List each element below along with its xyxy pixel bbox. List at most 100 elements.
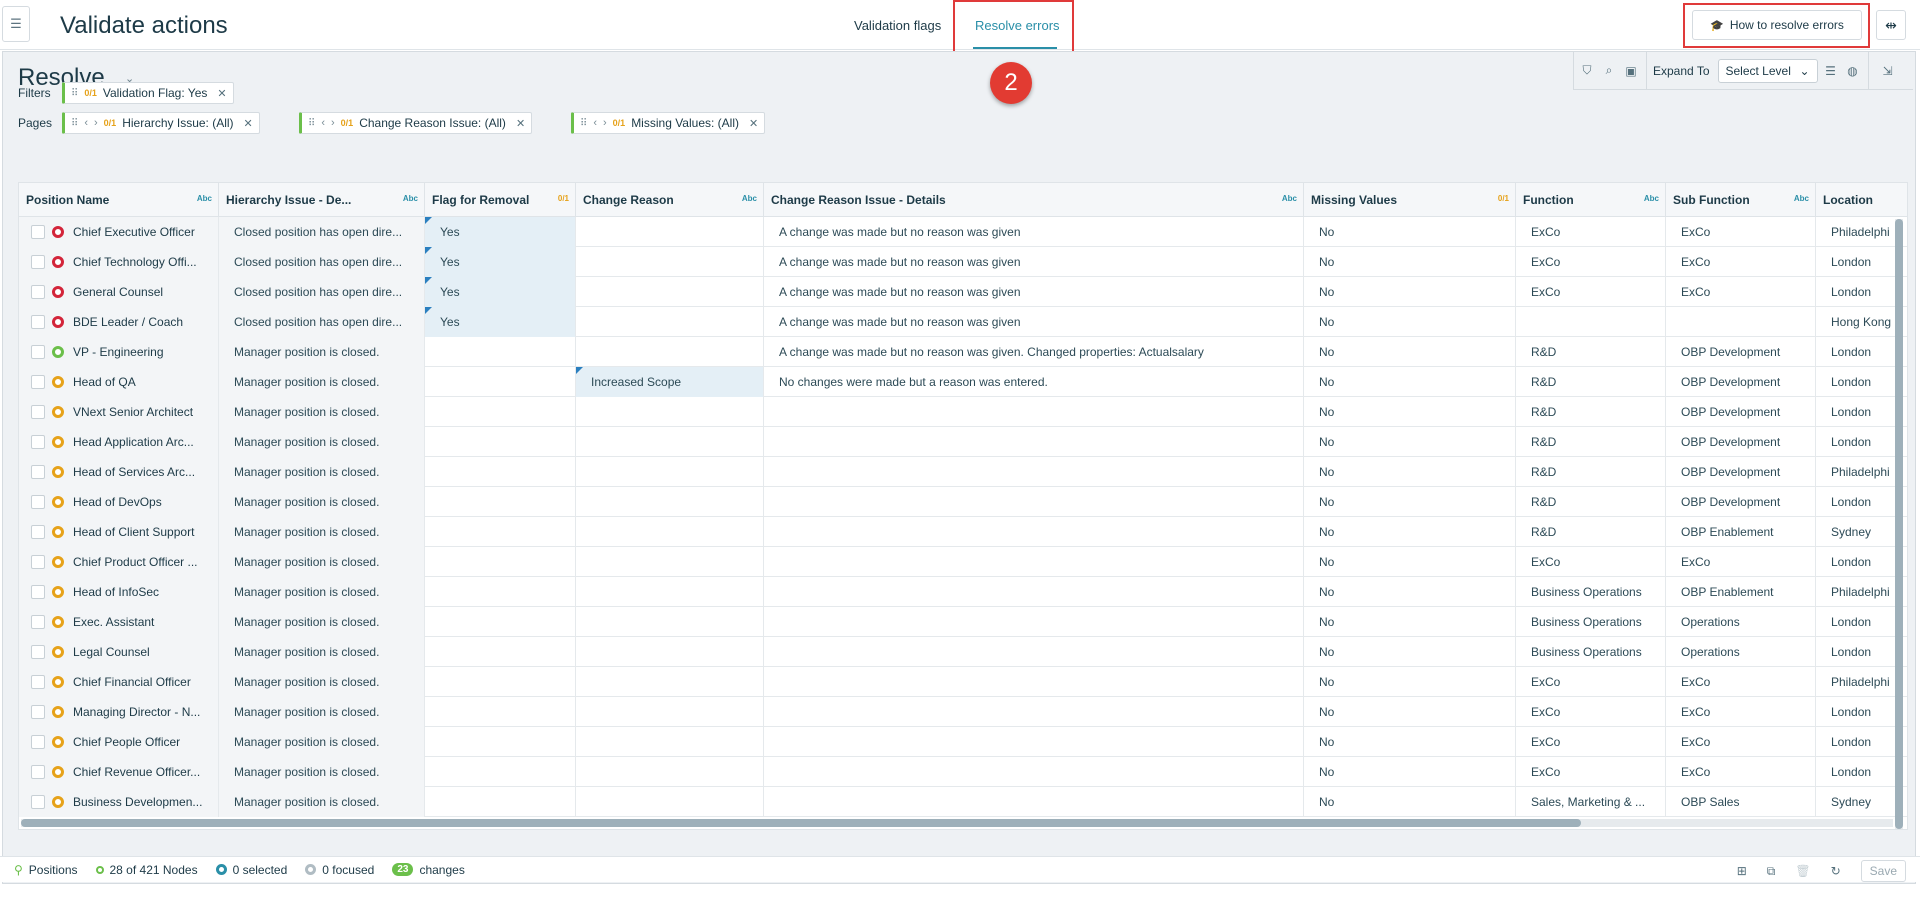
table-row[interactable]: Managing Director - N... Manager position… (19, 697, 1907, 727)
chevron-right-icon[interactable]: › (94, 117, 98, 129)
chevron-left-icon[interactable]: ‹ (84, 117, 88, 129)
change-reason-cell[interactable] (576, 457, 764, 487)
table-row[interactable]: Legal Counsel Manager position is closed.… (19, 637, 1907, 667)
table-row[interactable]: Chief Revenue Officer... Manager position… (19, 757, 1907, 787)
table-row[interactable]: Head of Client Support Manager position i… (19, 517, 1907, 547)
position-name[interactable]: Head of Client Support (73, 525, 213, 539)
change-reason-cell[interactable] (576, 277, 764, 307)
change-reason-cell[interactable] (576, 247, 764, 277)
table-row[interactable]: Chief Financial Officer Manager position … (19, 667, 1907, 697)
row-checkbox[interactable] (31, 435, 45, 449)
position-name-cell[interactable]: Head of InfoSec (19, 577, 219, 607)
trash-icon[interactable]: 🗑 (1795, 864, 1810, 878)
scroll-thumb[interactable] (21, 819, 1581, 827)
filter-icon[interactable]: ⛉ (1578, 63, 1596, 78)
position-name[interactable]: Head of InfoSec (73, 585, 213, 599)
position-name-cell[interactable]: Head of Services Arc... (19, 457, 219, 487)
flag-for-removal-cell[interactable] (425, 547, 576, 577)
position-name[interactable]: Legal Counsel (73, 645, 213, 659)
position-name-cell[interactable]: Legal Counsel (19, 637, 219, 667)
flag-for-removal-cell[interactable] (425, 577, 576, 607)
row-checkbox[interactable] (31, 675, 45, 689)
flag-for-removal-cell[interactable] (425, 757, 576, 787)
position-name[interactable]: Chief Technology Offi... (73, 255, 213, 269)
position-name-cell[interactable]: General Counsel (19, 277, 219, 307)
drag-handle-icon[interactable]: ⠿ (71, 118, 78, 129)
position-name-cell[interactable]: Head of QA (19, 367, 219, 397)
flag-for-removal-cell[interactable]: Yes (425, 247, 576, 277)
row-checkbox[interactable] (31, 525, 45, 539)
position-name-cell[interactable]: Chief Technology Offi... (19, 247, 219, 277)
drag-handle-icon[interactable]: ⠿ (71, 88, 78, 99)
position-name[interactable]: Head of Services Arc... (73, 465, 213, 479)
change-reason-cell[interactable] (576, 547, 764, 577)
table-row[interactable]: Head of InfoSec Manager position is close… (19, 577, 1907, 607)
scroll-thumb[interactable] (1895, 219, 1903, 829)
close-icon[interactable]: ✕ (516, 117, 525, 130)
flag-for-removal-cell[interactable] (425, 517, 576, 547)
chevron-left-icon[interactable]: ‹ (321, 117, 325, 129)
positions-indicator[interactable]: ⚲ Positions (0, 863, 78, 877)
flag-for-removal-cell[interactable] (425, 487, 576, 517)
column-header-function[interactable]: Function Abc (1516, 183, 1666, 217)
change-reason-cell[interactable] (576, 727, 764, 757)
position-name[interactable]: Chief Executive Officer (73, 225, 213, 239)
table-row[interactable]: Chief Product Officer ... Manager positio… (19, 547, 1907, 577)
position-name-cell[interactable]: Managing Director - N... (19, 697, 219, 727)
table-row[interactable]: Chief Executive Officer Closed position h… (19, 217, 1907, 247)
position-name[interactable]: VNext Senior Architect (73, 405, 213, 419)
flag-for-removal-cell[interactable]: Yes (425, 217, 576, 247)
row-checkbox[interactable] (31, 255, 45, 269)
page-chip-missing-values[interactable]: ⠿ ‹ › 0/1 Missing Values: (All) ✕ (571, 112, 766, 134)
save-button[interactable]: Save (1860, 860, 1906, 882)
change-reason-cell[interactable]: Increased Scope (576, 367, 764, 397)
change-reason-cell[interactable] (576, 397, 764, 427)
row-checkbox[interactable] (31, 495, 45, 509)
column-header-missing-values[interactable]: Missing Values 0/1 (1304, 183, 1516, 217)
chevron-right-icon[interactable]: › (603, 117, 607, 129)
position-name[interactable]: Exec. Assistant (73, 615, 213, 629)
position-name[interactable]: Chief People Officer (73, 735, 213, 749)
row-checkbox[interactable] (31, 345, 45, 359)
change-reason-cell[interactable] (576, 577, 764, 607)
flag-for-removal-cell[interactable] (425, 637, 576, 667)
column-header-change-reason[interactable]: Change Reason Abc (576, 183, 764, 217)
change-reason-cell[interactable] (576, 607, 764, 637)
table-row[interactable]: VNext Senior Architect Manager position i… (19, 397, 1907, 427)
column-header-flag-for-removal[interactable]: Flag for Removal 0/1 (425, 183, 576, 217)
row-checkbox[interactable] (31, 555, 45, 569)
column-header-sub-function[interactable]: Sub Function Abc (1666, 183, 1816, 217)
row-checkbox[interactable] (31, 375, 45, 389)
position-name-cell[interactable]: Chief Revenue Officer... (19, 757, 219, 787)
refresh-icon[interactable]: ↻ (1831, 864, 1841, 878)
change-reason-cell[interactable] (576, 787, 764, 817)
changes-count[interactable]: 23 changes (392, 863, 465, 877)
position-name[interactable]: General Counsel (73, 285, 213, 299)
row-checkbox[interactable] (31, 705, 45, 719)
position-name-cell[interactable]: Chief Financial Officer (19, 667, 219, 697)
collapse-icon[interactable]: ⇹ (1876, 10, 1906, 40)
column-header-change-reason-details[interactable]: Change Reason Issue - Details Abc (764, 183, 1304, 217)
change-reason-cell[interactable] (576, 427, 764, 457)
position-name[interactable]: VP - Engineering (73, 345, 213, 359)
flag-for-removal-cell[interactable]: Yes (425, 307, 576, 337)
position-name-cell[interactable]: Head Application Arc... (19, 427, 219, 457)
palette-icon[interactable]: ◍ (1844, 64, 1862, 78)
flag-for-removal-cell[interactable] (425, 457, 576, 487)
table-row[interactable]: BDE Leader / Coach Closed position has op… (19, 307, 1907, 337)
position-name[interactable]: Head of QA (73, 375, 213, 389)
position-name[interactable]: BDE Leader / Coach (73, 315, 213, 329)
close-icon[interactable]: ✕ (217, 87, 226, 100)
flag-for-removal-cell[interactable] (425, 787, 576, 817)
position-name-cell[interactable]: VP - Engineering (19, 337, 219, 367)
page-chip-hierarchy-issue[interactable]: ⠿ ‹ › 0/1 Hierarchy Issue: (All) ✕ (62, 112, 260, 134)
flag-for-removal-cell[interactable] (425, 607, 576, 637)
table-row[interactable]: Business Developmen... Manager position i… (19, 787, 1907, 817)
position-name-cell[interactable]: VNext Senior Architect (19, 397, 219, 427)
position-name-cell[interactable]: Chief People Officer (19, 727, 219, 757)
export-icon[interactable]: ⇲ (1879, 64, 1897, 78)
drag-handle-icon[interactable]: ⠿ (308, 118, 315, 129)
add-icon[interactable]: ⊞ (1737, 864, 1747, 878)
flag-for-removal-cell[interactable] (425, 667, 576, 697)
horizontal-scrollbar[interactable] (21, 819, 1893, 827)
